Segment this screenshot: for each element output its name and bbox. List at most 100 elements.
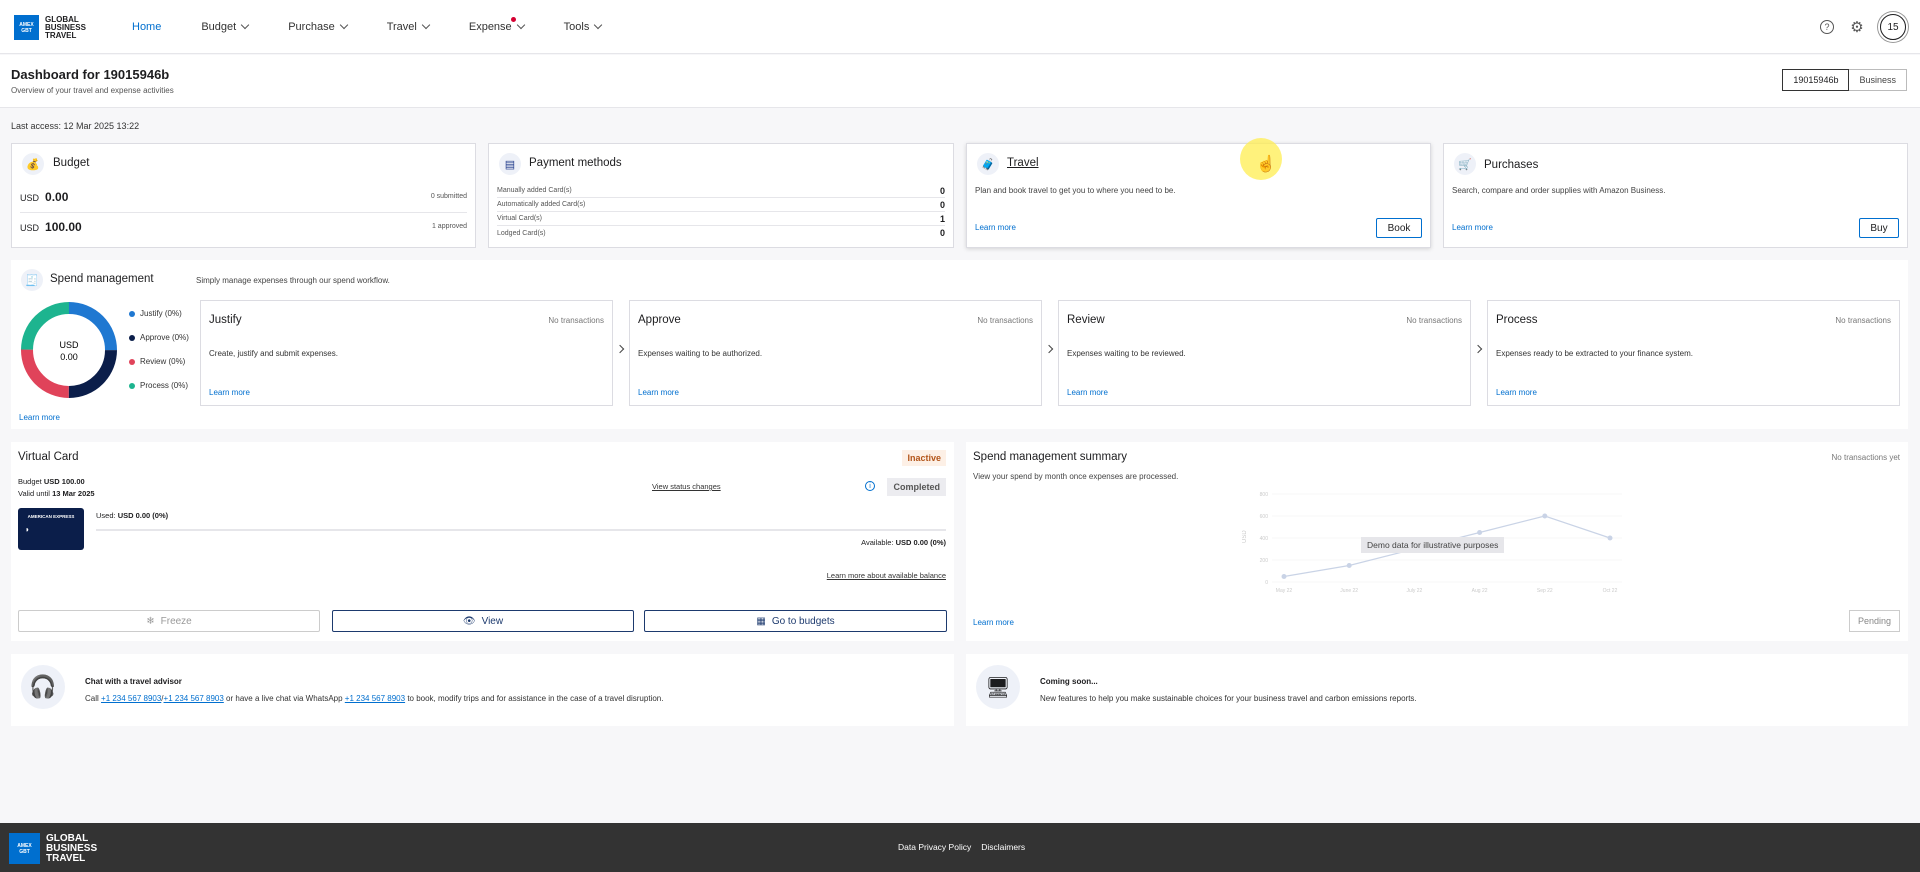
brand-logo[interactable]: AMEX GBT GLOBAL BUSINESS TRAVEL [14,15,86,40]
vc-budget: Budget USD 100.00 [18,477,85,486]
spend-donut-chart: USD 0.00 [21,302,117,398]
data-point [1477,530,1483,535]
data-privacy-link[interactable]: Data Privacy Policy [898,842,971,852]
view-button[interactable]: 👁 View [332,610,634,632]
top-navigation: AMEX GBT GLOBAL BUSINESS TRAVEL Home Budg… [0,0,1920,54]
travel-icon: 🧳 [977,153,999,175]
spend-learn-more[interactable]: Learn more [19,413,60,422]
nav-purchase[interactable]: Purchase [288,20,348,33]
vc-valid: Valid until 13 Mar 2025 [18,489,95,498]
phone-link-2[interactable]: +1 234 567 8903 [164,694,224,703]
available-text: Available: USD 0.00 (0%) [861,538,946,547]
donut-currency: USD [59,340,79,350]
account-toggle-id[interactable]: 19015946b [1782,69,1850,91]
chevron-down-icon [594,20,603,30]
approve-learn-more[interactable]: Learn more [638,388,679,397]
page-subtitle: Overview of your travel and expense acti… [11,86,174,95]
payment-title: Payment methods [529,157,622,169]
account-toggle-business[interactable]: Business [1849,69,1907,91]
budget-submitted: 0 submitted [430,193,467,200]
step-justify[interactable]: Justify No transactions Create, justify … [200,300,613,406]
budget-card: 💰 Budget USD 0.00 0 submitted USD 100.00… [11,143,476,248]
justify-learn-more[interactable]: Learn more [209,388,250,397]
travel-title[interactable]: Travel [1007,157,1039,169]
notification-dot [510,17,516,22]
card-brand: AMERICAN EXPRESS [27,514,75,519]
shopping-cart-icon: 🛒 [1454,153,1476,175]
user-avatar[interactable]: 15 [1880,14,1906,40]
travel-desc: Plan and book travel to get you to where… [975,186,1176,195]
virtual-card-section: Virtual Card Inactive Budget USD 100.00 … [11,442,954,641]
y-tick-label: 400 [1260,536,1269,542]
legend-approve: Approve (0%) [129,333,189,342]
top-right-icons: ? ⚙ 15 [1820,14,1906,40]
chevron-down-icon [421,20,431,30]
nav-home[interactable]: Home [132,21,161,33]
payment-row: Lodged Card(s) 0 [497,228,945,238]
learn-balance-link[interactable]: Learn more about available balance [827,571,946,580]
eye-icon: 👁 [462,615,476,627]
nav-expense[interactable]: Expense [469,17,525,33]
data-point [1607,535,1613,541]
help-icon[interactable]: ? [1820,20,1834,34]
budget-approved: 1 approved [431,223,467,230]
step-approve[interactable]: Approve No transactions Expenses waiting… [629,300,1042,406]
used-text: Used: USD 0.00 (0%) [96,511,169,520]
amex-logo-icon: AMEX GBT [9,833,40,864]
status-badge: Inactive [902,450,946,466]
process-learn-more[interactable]: Learn more [1496,388,1537,397]
travel-card[interactable]: 🧳 Travel Plan and book travel to get you… [966,143,1431,248]
whatsapp-link[interactable]: +1 234 567 8903 [345,694,405,703]
freeze-button[interactable]: ❄ Freeze [18,610,320,632]
y-tick-label: 600 [1260,514,1269,520]
x-tick-label: July 22 [1406,588,1422,594]
advisor-text: Call +1 234 567 8903/+1 234 567 8903 or … [85,694,664,703]
legend-review: Review (0%) [129,357,185,366]
info-icon[interactable]: i [865,481,875,491]
travel-learn-more[interactable]: Learn more [975,223,1016,232]
snowflake-icon: ❄ [146,615,155,627]
x-tick-label: Oct 22 [1603,588,1618,594]
payment-list: Manually added Card(s) 0 Automatically ad… [497,184,945,240]
settings-gear-icon[interactable]: ⚙ [1850,19,1864,36]
payment-row: Virtual Card(s) 1 [497,212,945,226]
donut-amount: 0.00 [60,352,78,362]
view-status-changes-link[interactable]: View status changes [652,482,721,491]
nav-travel[interactable]: Travel [387,20,431,33]
credit-card-icon: ▤ [499,153,521,175]
data-point [1281,574,1287,579]
virtual-card-title: Virtual Card [18,451,79,463]
go-to-budgets-button[interactable]: ▦ Go to budgets [644,610,947,632]
purchases-learn-more[interactable]: Learn more [1452,223,1493,232]
review-learn-more[interactable]: Learn more [1067,388,1108,397]
hand-cursor-icon: ☝ [1256,156,1276,173]
divider [20,212,467,213]
last-access: Last access: 12 Mar 2025 13:22 [11,121,140,131]
advisor-title: Chat with a travel advisor [85,677,182,686]
footer-links: Data Privacy Policy Disclaimers [898,842,1025,852]
chevron-down-icon [516,20,525,30]
step-process[interactable]: Process No transactions Expenses ready t… [1487,300,1900,406]
completed-badge: Completed [887,478,946,496]
legend-justify: Justify (0%) [129,309,182,318]
y-tick-label: 0 [1265,580,1268,586]
summary-learn-more[interactable]: Learn more [973,618,1014,627]
payment-row: Manually added Card(s) 0 [497,184,945,198]
nav-tools[interactable]: Tools [564,20,603,33]
page-title: Dashboard for 19015946b [11,67,170,82]
phone-link-1[interactable]: +1 234 567 8903 [101,694,161,703]
book-button[interactable]: Book [1376,218,1422,238]
amex-logo-icon: AMEX GBT [14,15,39,40]
summary-subtitle: View your spend by month once expenses a… [973,472,1179,481]
x-tick-label: May 22 [1276,588,1293,594]
step-review[interactable]: Review No transactions Expenses waiting … [1058,300,1471,406]
amex-card-image: AMERICAN EXPRESS ◗ [18,508,84,550]
buy-button[interactable]: Buy [1859,218,1899,238]
disclaimers-link[interactable]: Disclaimers [981,842,1025,852]
x-tick-label: June 22 [1340,588,1358,594]
y-axis-label: USD [1242,530,1248,543]
summary-title: Spend management summary [973,451,1128,463]
x-tick-label: Aug 22 [1472,588,1488,594]
coming-soon-title: Coming soon... [1040,677,1098,686]
nav-budget[interactable]: Budget [201,20,250,33]
